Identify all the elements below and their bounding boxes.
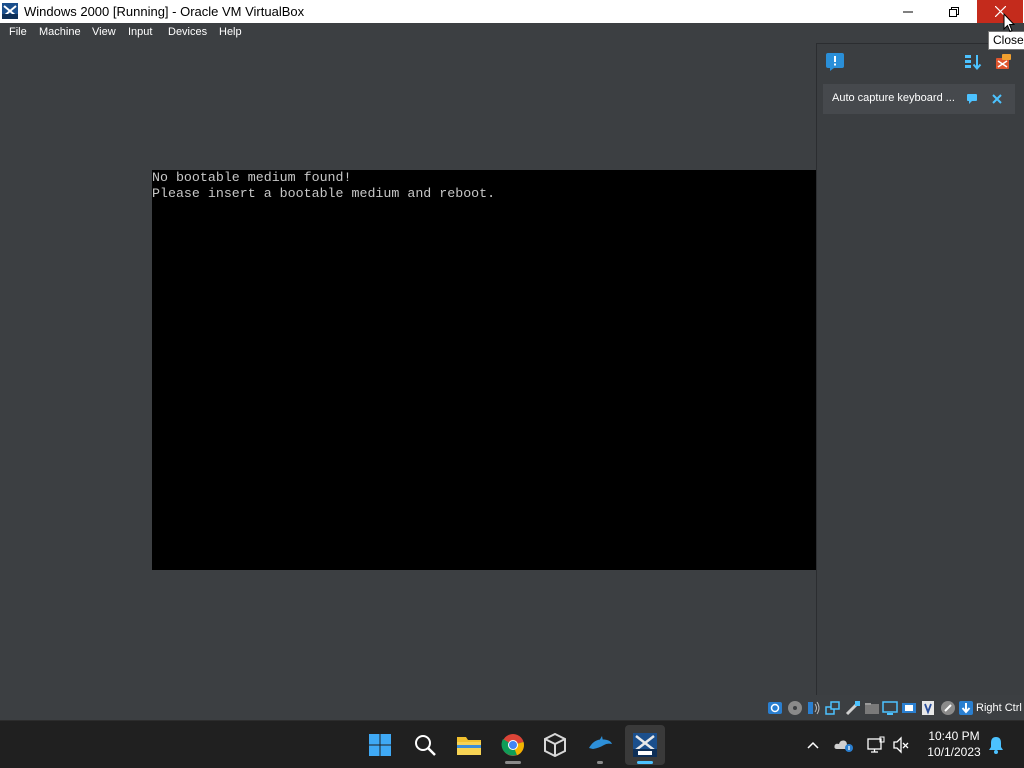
start-icon	[369, 734, 391, 756]
running-indicator	[505, 761, 521, 764]
restore-button[interactable]	[931, 0, 977, 23]
usb-icon[interactable]	[845, 700, 861, 716]
close-tooltip: Close	[988, 31, 1024, 50]
sort-notifications-button[interactable]	[963, 52, 983, 72]
cloud-info-icon	[834, 740, 853, 752]
dont-show-again-icon[interactable]	[966, 93, 978, 105]
vm-status-bar: Right Ctrl	[0, 698, 1024, 720]
windows-2000-vm-icon	[633, 733, 657, 757]
taskbar-windows-2000-vm[interactable]	[625, 725, 665, 765]
sort-order-icon	[965, 55, 982, 71]
virtualbox-icon	[544, 733, 566, 757]
close-button[interactable]	[977, 0, 1023, 23]
menu-bar: File Machine View Input Devices Help	[0, 23, 1024, 42]
keyboard-capture-icon[interactable]	[958, 700, 974, 716]
vt-x-icon[interactable]	[920, 700, 936, 716]
active-indicator	[637, 761, 653, 764]
menu-help[interactable]: Help	[219, 26, 242, 39]
network-icon[interactable]	[825, 700, 841, 716]
show-hidden-icons-button[interactable]	[803, 735, 823, 755]
menu-file[interactable]: File	[9, 26, 27, 39]
menu-machine[interactable]: Machine	[39, 26, 81, 39]
search-icon	[415, 735, 436, 756]
optical-drive-icon[interactable]	[787, 700, 803, 716]
clear-notifications-button[interactable]	[993, 52, 1013, 72]
taskbar-file-explorer[interactable]	[449, 725, 489, 765]
taskbar-dolphin[interactable]	[580, 725, 620, 765]
restore-icon	[949, 6, 959, 17]
clear-all-icon	[996, 54, 1011, 69]
audio-icon[interactable]	[806, 700, 822, 716]
notification-bubble-icon	[826, 53, 844, 71]
mouse-integration-icon[interactable]	[940, 700, 956, 716]
volume-muted-icon	[893, 736, 909, 754]
console-line-1: No bootable medium found!	[152, 170, 352, 185]
hard-disk-icon[interactable]	[767, 700, 783, 716]
clock-date[interactable]: 10/1/2023	[922, 745, 986, 760]
notification-toggle-button[interactable]	[825, 52, 845, 72]
tray-volume[interactable]	[892, 735, 912, 755]
tray-network[interactable]	[866, 735, 886, 755]
shared-folders-icon[interactable]	[864, 700, 880, 716]
window-title: Windows 2000 [Running] - Oracle VM Virtu…	[24, 4, 305, 19]
notifications-button[interactable]	[986, 735, 1006, 755]
search-button[interactable]	[405, 725, 445, 765]
notification-message: Auto capture keyboard ...	[832, 92, 955, 104]
video-capture-icon[interactable]	[901, 700, 917, 716]
title-bar: Windows 2000 [Running] - Oracle VM Virtu…	[0, 0, 1024, 23]
taskbar-chrome[interactable]	[493, 725, 533, 765]
bell-icon	[989, 737, 1003, 754]
notification-card[interactable]: Auto capture keyboard ...	[823, 84, 1015, 114]
tray-onedrive[interactable]	[834, 735, 854, 755]
start-button[interactable]	[360, 725, 400, 765]
host-key-label: Right Ctrl	[976, 702, 1022, 714]
minimize-icon	[903, 11, 913, 12]
virtualbox-app-icon[interactable]	[2, 3, 18, 19]
clock-time[interactable]: 10:40 PM	[922, 729, 986, 744]
menu-view[interactable]: View	[92, 26, 116, 39]
mouse-cursor-icon	[1003, 13, 1015, 33]
running-indicator	[597, 761, 603, 764]
notification-center-panel: Auto capture keyboard ...	[816, 43, 1024, 695]
console-line-2: Please insert a bootable medium and rebo…	[152, 186, 496, 201]
dolphin-icon	[589, 736, 612, 749]
taskbar-virtualbox[interactable]	[535, 725, 575, 765]
minimize-button[interactable]	[885, 0, 931, 23]
file-explorer-icon	[457, 737, 481, 755]
network-status-icon	[867, 736, 885, 753]
chevron-up-icon	[807, 741, 819, 749]
chrome-icon	[501, 734, 524, 756]
guest-screen[interactable]: No bootable medium found! Please insert …	[152, 170, 816, 570]
display-icon[interactable]	[882, 700, 898, 716]
dismiss-notification-icon[interactable]	[992, 94, 1002, 104]
windows-taskbar: 10:40 PM 10/1/2023	[0, 720, 1024, 768]
menu-devices[interactable]: Devices	[168, 26, 207, 39]
menu-input[interactable]: Input	[128, 26, 152, 39]
